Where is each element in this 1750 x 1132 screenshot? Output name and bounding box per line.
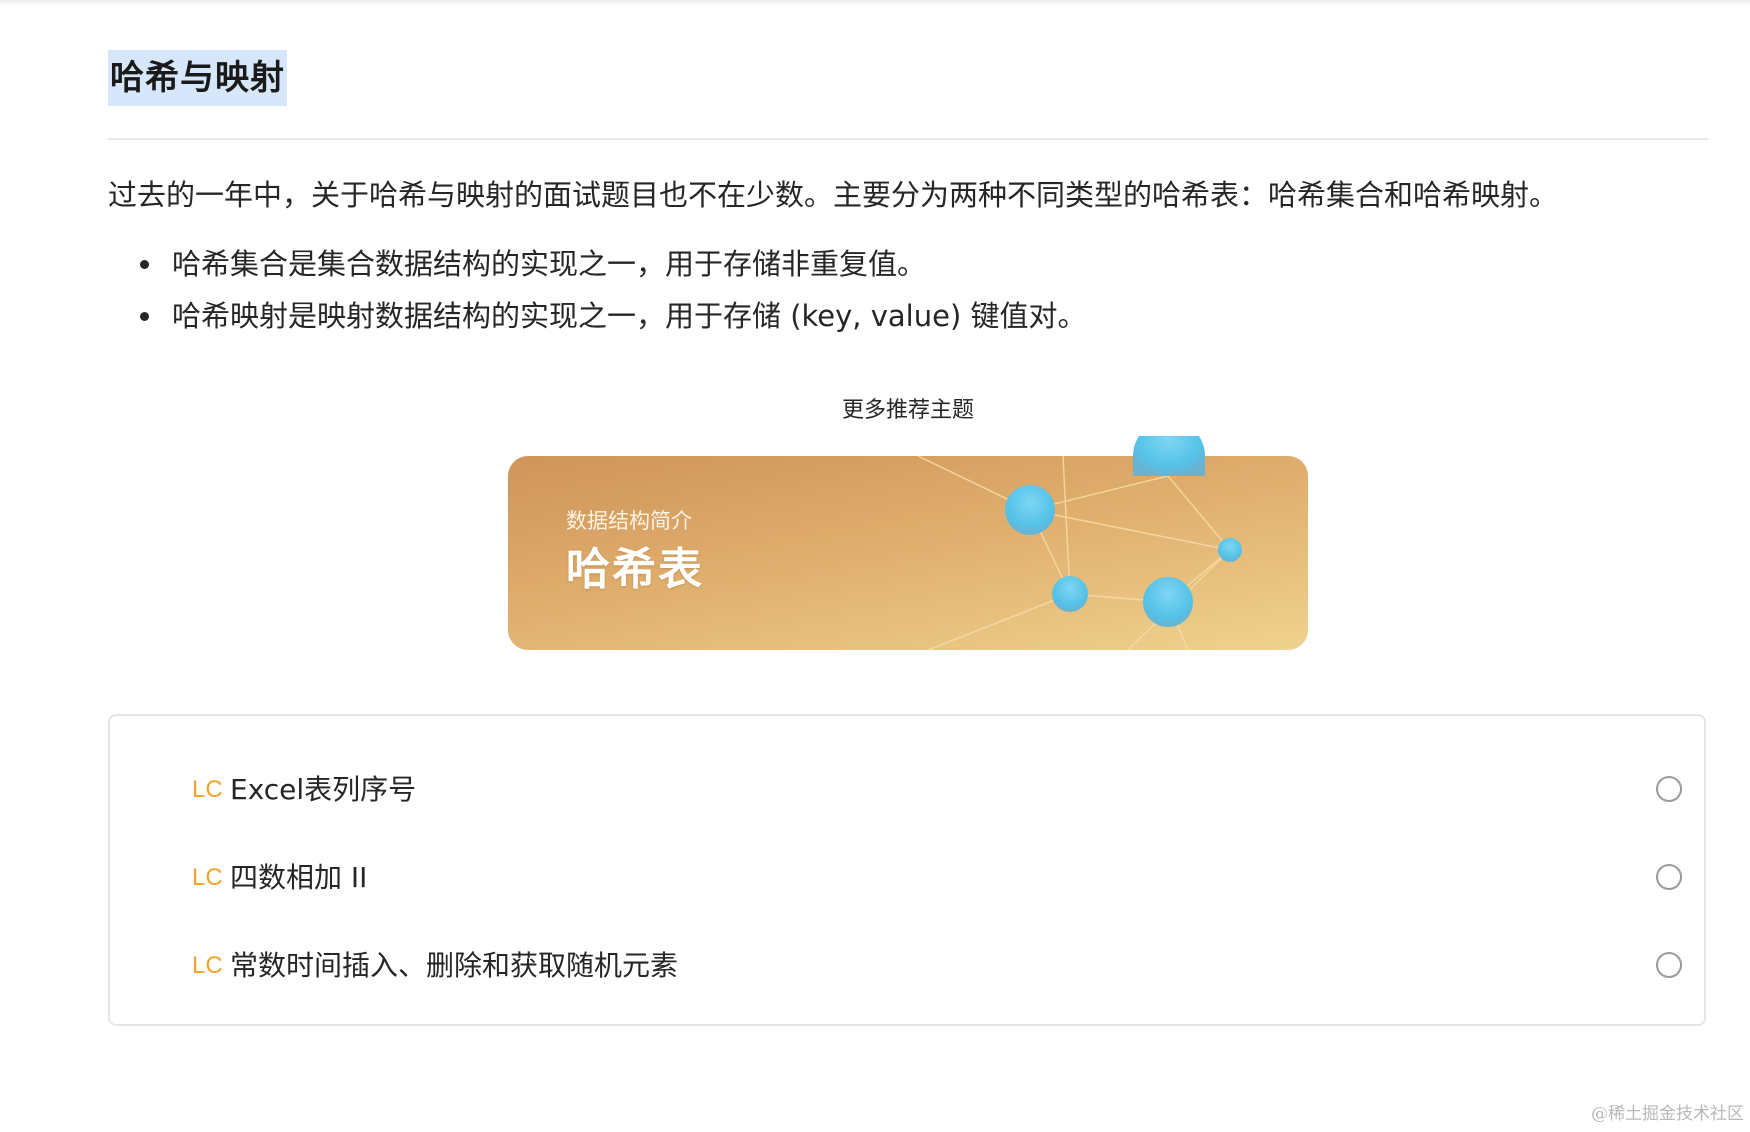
bullet-dot-icon [140, 260, 149, 269]
lc-badge: LC [192, 864, 223, 891]
more-topics-label: 更多推荐主题 [841, 398, 974, 423]
heading-divider [108, 138, 1708, 140]
problem-item[interactable]: LC 四数相加 II [192, 848, 1682, 908]
overflow-ball [1133, 436, 1205, 476]
completion-circle-icon[interactable] [1656, 952, 1682, 978]
node-ball [1052, 576, 1088, 612]
problem-item[interactable]: LC 常数时间插入、删除和获取随机元素 [192, 936, 1682, 996]
bullet-item: 哈希集合是集合数据结构的实现之一，用于存储非重复值。 [134, 238, 1086, 290]
completion-circle-icon[interactable] [1656, 776, 1682, 802]
banner-title: 哈希表 [566, 544, 704, 595]
problem-item[interactable]: LC Excel表列序号 [192, 760, 1682, 820]
intro-paragraph: 过去的一年中，关于哈希与映射的面试题目也不在少数。主要分为两种不同类型的哈希表：… [108, 178, 1559, 212]
bullet-text: 哈希集合是集合数据结构的实现之一，用于存储非重复值。 [172, 247, 927, 281]
bullet-item: 哈希映射是映射数据结构的实现之一，用于存储 (key, value) 键值对。 [134, 290, 1086, 342]
lc-badge: LC [192, 776, 223, 803]
problem-list-card: LC Excel表列序号 LC 四数相加 II LC 常数时间插入、删除和获取随… [108, 714, 1706, 1026]
completion-circle-icon[interactable] [1656, 864, 1682, 890]
problem-title[interactable]: Excel表列序号 [230, 770, 416, 810]
bullet-text: 哈希映射是映射数据结构的实现之一，用于存储 (key, value) 键值对。 [172, 299, 1087, 333]
node-ball [1218, 538, 1242, 562]
top-shadow [0, 0, 1750, 6]
problem-title[interactable]: 常数时间插入、删除和获取随机元素 [230, 946, 678, 986]
bullet-dot-icon [140, 312, 149, 321]
lc-badge: LC [192, 952, 223, 979]
problem-title[interactable]: 四数相加 II [230, 858, 367, 898]
banner-subtitle: 数据结构简介 [566, 509, 692, 533]
node-ball [1005, 485, 1055, 535]
bullet-list: 哈希集合是集合数据结构的实现之一，用于存储非重复值。 哈希映射是映射数据结构的实… [134, 238, 1086, 342]
watermark: @稀土掘金技术社区 [1591, 1104, 1744, 1124]
node-ball [1143, 577, 1193, 627]
section-heading: 哈希与映射 [108, 50, 287, 106]
